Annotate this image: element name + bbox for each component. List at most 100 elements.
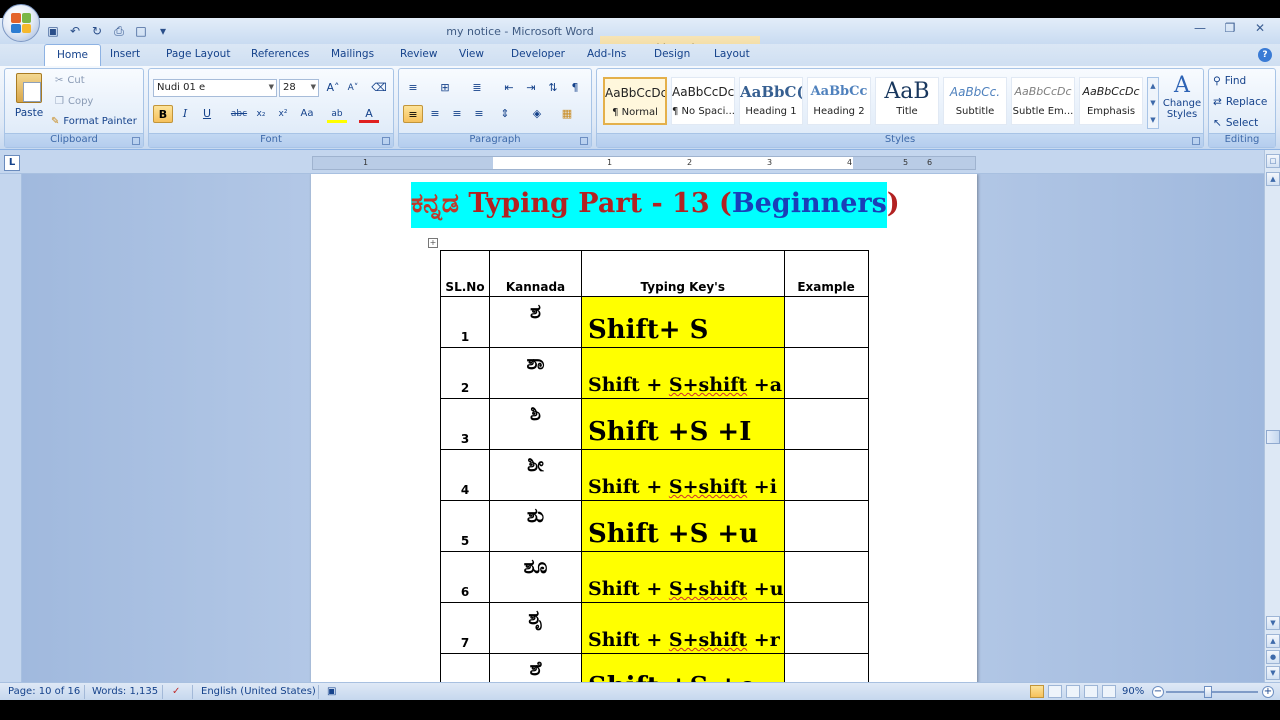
scroll-down-icon[interactable]: ▼ [1266, 616, 1280, 630]
bullets-icon[interactable]: ≡ [403, 79, 423, 97]
style-heading-2[interactable]: AaBbCc Heading 2 [807, 77, 871, 125]
paragraph-launcher-icon[interactable] [580, 137, 588, 145]
sl-cell[interactable] [440, 653, 490, 682]
style-title[interactable]: AaB Title [875, 77, 939, 125]
underline-button[interactable]: U [197, 105, 217, 123]
style-normal[interactable]: AaBbCcDc ¶ Normal [603, 77, 667, 125]
paste-button[interactable]: Paste [11, 73, 47, 129]
vertical-ruler[interactable] [0, 174, 22, 682]
clipboard-launcher-icon[interactable] [132, 137, 140, 145]
tab-layout[interactable]: Layout [714, 48, 750, 60]
replace-button[interactable]: ⇄ Replace [1213, 96, 1267, 108]
print-layout-view-icon[interactable] [1030, 685, 1044, 698]
kannada-cell[interactable]: ಶೀ [489, 449, 582, 501]
scroll-up-icon[interactable]: ▲ [1266, 172, 1280, 186]
tab-references[interactable]: References [251, 48, 309, 60]
strikethrough-button[interactable]: abc [229, 105, 249, 123]
kannada-cell[interactable]: ಶು [489, 500, 582, 552]
bold-button[interactable]: B [153, 105, 173, 123]
change-case-button[interactable]: Aa [297, 105, 317, 123]
tab-selector-icon[interactable]: L [4, 155, 20, 171]
justify-icon[interactable]: ≡ [469, 105, 489, 123]
font-size-select[interactable]: 28 ▼ [279, 79, 319, 97]
style-emphasis[interactable]: AaBbCcDc Emphasis [1079, 77, 1143, 125]
align-left-icon[interactable]: ≡ [403, 105, 423, 123]
tab-add-ins[interactable]: Add-Ins [587, 48, 626, 60]
keys-cell[interactable]: Shift +S +u [581, 500, 785, 552]
shrink-font-icon[interactable]: A˅ [343, 79, 363, 97]
ruler-toggle-icon[interactable]: □ [1266, 154, 1280, 168]
tab-page-layout[interactable]: Page Layout [166, 48, 230, 60]
subscript-button[interactable]: x₂ [251, 105, 271, 123]
help-icon[interactable]: ? [1258, 48, 1272, 62]
language[interactable]: English (United States) [201, 686, 316, 697]
document-heading[interactable]: ಕನ್ನಡ Typing Part - 13 (Beginners) [411, 182, 900, 228]
tab-view[interactable]: View [459, 48, 484, 60]
draft-view-icon[interactable] [1102, 685, 1116, 698]
font-launcher-icon[interactable] [382, 137, 390, 145]
increase-indent-icon[interactable]: ⇥ [521, 79, 541, 97]
example-cell[interactable] [783, 347, 869, 399]
grow-font-icon[interactable]: A˄ [323, 79, 343, 97]
copy-button[interactable]: ❐ Copy [55, 96, 93, 107]
tab-developer[interactable]: Developer [511, 48, 565, 60]
tab-design[interactable]: Design [654, 48, 690, 60]
example-cell[interactable] [783, 398, 869, 450]
keys-cell[interactable]: Shift + S+shift +a [581, 347, 785, 399]
styles-launcher-icon[interactable] [1192, 137, 1200, 145]
keys-cell[interactable]: Shift + S+shift +u [581, 551, 785, 603]
example-cell[interactable] [783, 449, 869, 501]
style-no-spacing[interactable]: AaBbCcDc ¶ No Spaci... [671, 77, 735, 125]
multilevel-list-icon[interactable]: ≣ [467, 79, 487, 97]
keys-cell[interactable]: Shift +S +e [581, 653, 785, 682]
keys-cell[interactable]: Shift + S+shift +i [581, 449, 785, 501]
scroll-thumb[interactable] [1266, 430, 1280, 444]
tab-home[interactable]: Home [44, 44, 102, 66]
zoom-slider[interactable] [1166, 691, 1258, 693]
sl-cell[interactable]: 4 [440, 449, 490, 501]
align-center-icon[interactable]: ≡ [425, 105, 445, 123]
document-page[interactable]: ಕನ್ನಡ Typing Part - 13 (Beginners) + SL.… [311, 174, 977, 682]
close-icon[interactable]: ✕ [1246, 20, 1274, 38]
show-marks-icon[interactable]: ¶ [565, 79, 585, 97]
style-subtle-emphasis[interactable]: AaBbCcDc Subtle Em... [1011, 77, 1075, 125]
minimize-icon[interactable]: — [1186, 20, 1214, 38]
tab-review[interactable]: Review [400, 48, 437, 60]
style-heading-1[interactable]: AaBbC( Heading 1 [739, 77, 803, 125]
font-color-icon[interactable]: A [359, 105, 379, 123]
shading-icon[interactable]: ◈ [527, 105, 547, 123]
italic-button[interactable]: I [175, 105, 195, 123]
kannada-cell[interactable]: ಶೃ [489, 602, 582, 654]
kannada-cell[interactable]: ಶಾ [489, 347, 582, 399]
clear-formatting-icon[interactable]: ⌫ [369, 79, 389, 97]
sl-cell[interactable]: 2 [440, 347, 490, 399]
example-cell[interactable] [783, 602, 869, 654]
kannada-cell[interactable]: ಶೂ [489, 551, 582, 603]
tab-mailings[interactable]: Mailings [331, 48, 374, 60]
macro-record-icon[interactable]: ▣ [327, 686, 336, 697]
zoom-out-icon[interactable]: − [1152, 686, 1164, 698]
superscript-button[interactable]: x² [273, 105, 293, 123]
decrease-indent-icon[interactable]: ⇤ [499, 79, 519, 97]
style-subtitle[interactable]: AaBbCc. Subtitle [943, 77, 1007, 125]
restore-icon[interactable]: ❐ [1216, 20, 1244, 38]
highlight-color-icon[interactable]: ab [327, 105, 347, 123]
word-count[interactable]: Words: 1,135 [92, 686, 158, 697]
keys-cell[interactable]: Shift + S+shift +r [581, 602, 785, 654]
align-right-icon[interactable]: ≡ [447, 105, 467, 123]
sl-cell[interactable]: 6 [440, 551, 490, 603]
horizontal-ruler[interactable]: 1 1 2 3 4 5 6 [312, 156, 976, 170]
zoom-in-icon[interactable]: + [1262, 686, 1274, 698]
font-name-select[interactable]: Nudi 01 e ▼ [153, 79, 277, 97]
format-painter-button[interactable]: ✎ Format Painter [51, 116, 137, 127]
keys-cell[interactable]: Shift+ S [581, 296, 785, 348]
browse-object-icon[interactable]: ● [1266, 650, 1280, 664]
sort-icon[interactable]: ⇅ [543, 79, 563, 97]
office-button[interactable] [2, 4, 40, 42]
sl-cell[interactable]: 5 [440, 500, 490, 552]
table-move-handle-icon[interactable]: + [428, 238, 438, 248]
tab-insert[interactable]: Insert [110, 48, 140, 60]
example-cell[interactable] [783, 296, 869, 348]
vertical-scrollbar[interactable]: □ ▲ ▼ ▲ ● ▼ [1264, 150, 1280, 682]
keys-cell[interactable]: Shift +S +I [581, 398, 785, 450]
